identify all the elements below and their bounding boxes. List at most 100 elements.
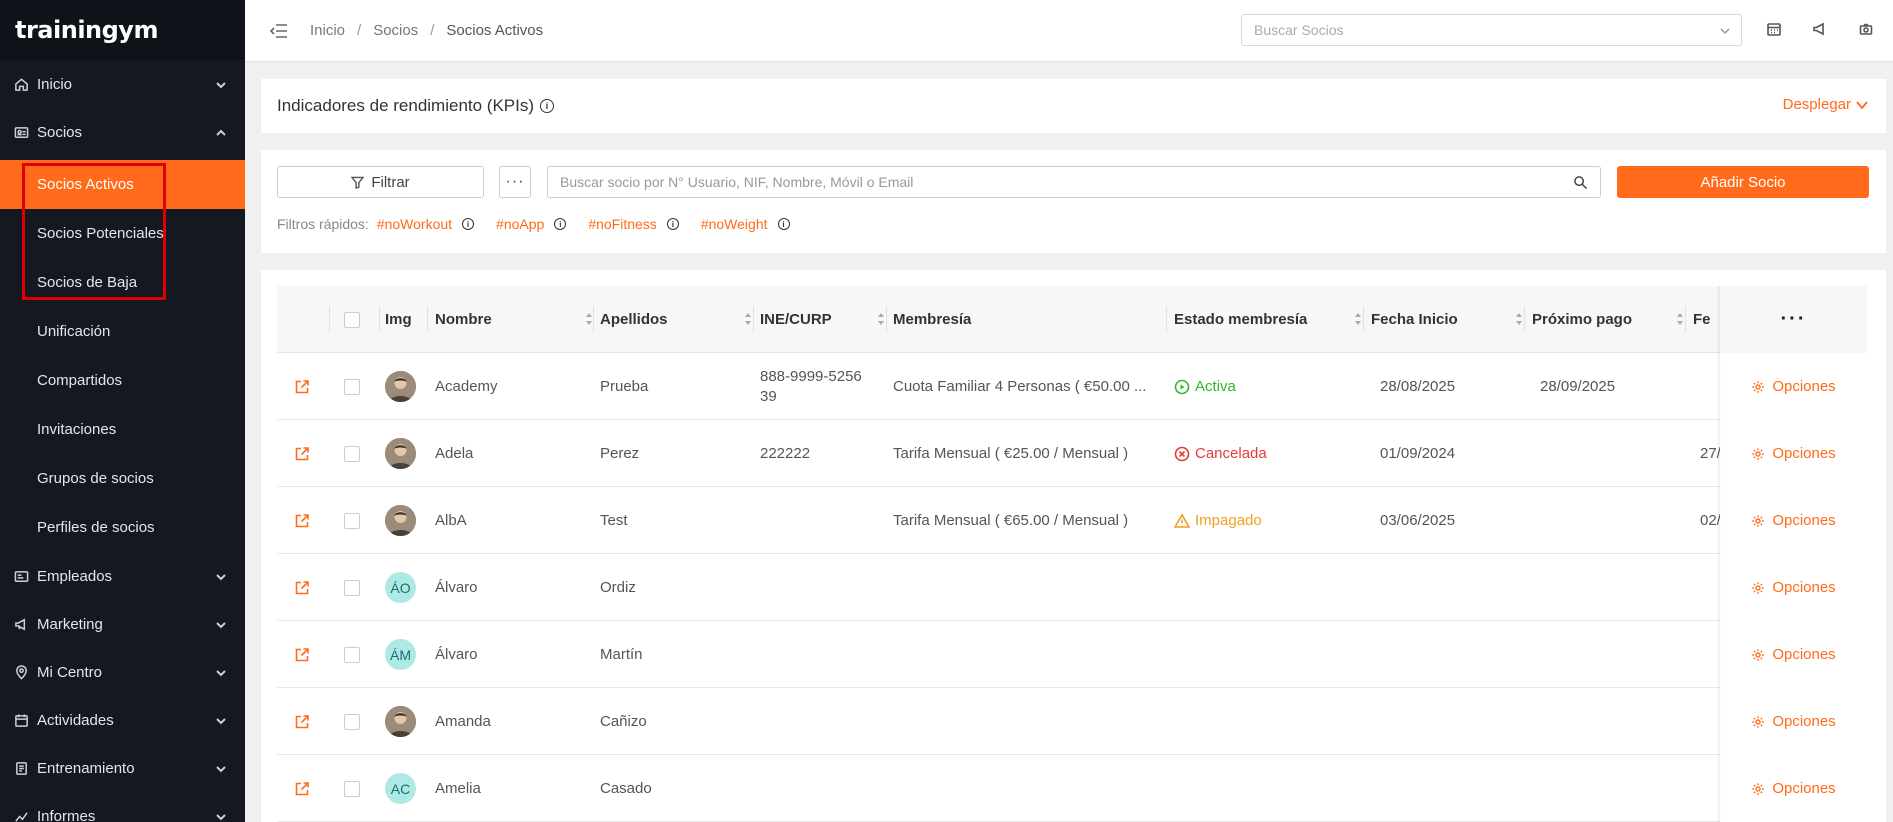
sidebar-subitem-unificacion[interactable]: Unificación	[0, 307, 245, 356]
breadcrumb-socios[interactable]: Socios	[373, 22, 418, 39]
info-icon[interactable]: i	[777, 218, 790, 230]
sidebar-subitem-socios-de-baja[interactable]: Socios de Baja	[0, 258, 245, 307]
chevron-down-icon	[215, 78, 227, 90]
table-row[interactable]: AC Amelia Casado Opciones	[277, 755, 1867, 822]
sidebar-item-socios[interactable]: Socios	[0, 108, 245, 156]
kpi-panel: Indicadores de rendimiento (KPIs) i Desp…	[261, 79, 1886, 133]
app-logo[interactable]: trainingym	[0, 0, 245, 60]
table-row[interactable]: Academy Prueba 888-9999-525639 Cuota Famili…	[277, 353, 1867, 420]
info-icon[interactable]: i	[666, 218, 679, 230]
sidebar-subitem-invitaciones[interactable]: Invitaciones	[0, 405, 245, 454]
sidebar-item-label: Socios	[37, 123, 83, 141]
sidebar-item-inicio[interactable]: Inicio	[0, 60, 245, 108]
megaphone-icon[interactable]	[1811, 20, 1829, 38]
column-header-proximo-pago[interactable]: Próximo pago	[1532, 286, 1692, 353]
search-icon[interactable]	[1573, 175, 1588, 190]
sort-icon[interactable]	[1515, 312, 1523, 326]
sidebar-item-label: Entrenamiento	[37, 759, 135, 777]
open-external-icon[interactable]	[294, 580, 310, 596]
table-row[interactable]: ÁO Álvaro Ordiz Opciones	[277, 554, 1867, 621]
chevron-down-icon	[215, 666, 227, 678]
table-header: Img Nombre Apellidos INE/CURP Membresía …	[277, 286, 1867, 353]
sidebar-item-marketing[interactable]: Marketing	[0, 600, 245, 648]
column-header-ine-curp[interactable]: INE/CURP	[760, 286, 893, 353]
sidebar-item-empleados[interactable]: Empleados	[0, 552, 245, 600]
member-search-placeholder: Buscar Socios	[1254, 22, 1344, 38]
breadcrumb-separator: /	[430, 22, 435, 39]
sort-icon[interactable]	[877, 312, 885, 326]
sort-icon[interactable]	[1676, 312, 1684, 326]
cell-fecha-inicio: 01/09/2024	[1380, 445, 1456, 462]
add-member-button[interactable]: Añadir Socio	[1617, 166, 1869, 198]
sidebar-item-informes[interactable]: Informes	[0, 792, 245, 822]
avatar	[385, 505, 416, 536]
member-search-input[interactable]: Buscar socio por N° Usuario, NIF, Nombre…	[547, 166, 1601, 198]
column-header-nombre[interactable]: Nombre	[435, 286, 601, 353]
sidebar-subitem-compartidos[interactable]: Compartidos	[0, 356, 245, 405]
table-row[interactable]: Adela Perez 222222 Tarifa Mensual ( €25.00 …	[277, 420, 1867, 487]
camera-icon[interactable]	[1857, 20, 1875, 38]
row-options-button[interactable]: Opciones	[1751, 579, 1836, 596]
row-checkbox[interactable]	[344, 579, 360, 596]
sidebar-item-mi-centro[interactable]: Mi Centro	[0, 648, 245, 696]
open-external-icon[interactable]	[294, 379, 310, 395]
member-search-select[interactable]: Buscar Socios	[1241, 14, 1742, 46]
row-checkbox[interactable]	[344, 512, 360, 529]
sidebar-subitem-socios-potenciales[interactable]: Socios Potenciales	[0, 209, 245, 258]
table-row[interactable]: ÁM Álvaro Martín Opciones	[277, 621, 1867, 688]
select-all-cell	[344, 286, 360, 353]
sidebar-item-actividades[interactable]: Actividades	[0, 696, 245, 744]
row-options-button[interactable]: Opciones	[1751, 378, 1836, 395]
open-external-icon[interactable]	[294, 513, 310, 529]
sidebar-subitem-perfiles-de-socios[interactable]: Perfiles de socios	[0, 503, 245, 552]
sort-icon[interactable]	[744, 312, 752, 326]
open-external-icon[interactable]	[294, 714, 310, 730]
quick-filter-noworkout[interactable]: #noWorkout	[377, 216, 452, 232]
kpi-expand-toggle[interactable]: Desplegar	[1783, 96, 1868, 113]
quick-filter-noweight[interactable]: #noWeight	[701, 216, 768, 232]
sort-icon[interactable]	[585, 312, 593, 326]
sidebar-subitem-socios-activos[interactable]: Socios Activos	[0, 160, 245, 209]
gear-icon	[1752, 782, 1764, 795]
open-external-icon[interactable]	[294, 446, 310, 462]
filter-button[interactable]: Filtrar	[277, 166, 484, 198]
collapse-menu-icon[interactable]	[270, 22, 288, 40]
info-icon[interactable]: i	[540, 99, 555, 113]
more-options-button[interactable]: ···	[499, 166, 531, 198]
column-header-apellidos[interactable]: Apellidos	[600, 286, 760, 353]
table-row[interactable]: AlbA Test Tarifa Mensual ( €65.00 / Mensua…	[277, 487, 1867, 554]
row-options-button[interactable]: Opciones	[1751, 780, 1836, 797]
sidebar-subitem-grupos-de-socios[interactable]: Grupos de socios	[0, 454, 245, 503]
row-checkbox[interactable]	[344, 378, 360, 395]
quick-filter-noapp[interactable]: #noApp	[496, 216, 544, 232]
row-checkbox[interactable]	[344, 646, 360, 663]
more-columns-icon[interactable]: ···	[1781, 308, 1807, 331]
column-header-fecha-inicio[interactable]: Fecha Inicio	[1371, 286, 1531, 353]
info-icon[interactable]: i	[462, 218, 475, 230]
calendar-icon[interactable]	[1765, 20, 1783, 38]
row-options-button[interactable]: Opciones	[1751, 713, 1836, 730]
row-checkbox[interactable]	[344, 780, 360, 797]
breadcrumb-inicio[interactable]: Inicio	[310, 22, 345, 39]
id-card-icon	[13, 568, 29, 584]
avatar	[385, 371, 416, 402]
sidebar-item-entrenamiento[interactable]: Entrenamiento	[0, 744, 245, 792]
info-icon[interactable]: i	[554, 218, 567, 230]
row-options-button[interactable]: Opciones	[1751, 445, 1836, 462]
location-pin-icon	[13, 664, 29, 680]
column-header-label: Estado membresía	[1174, 311, 1308, 328]
row-checkbox[interactable]	[344, 713, 360, 730]
select-all-checkbox[interactable]	[344, 311, 360, 328]
kpi-expand-label: Desplegar	[1782, 96, 1851, 113]
column-header-estado-membresia[interactable]: Estado membresía	[1174, 286, 1370, 353]
open-external-icon[interactable]	[294, 781, 310, 797]
quick-filter-nofitness[interactable]: #noFitness	[588, 216, 656, 232]
open-external-icon[interactable]	[294, 647, 310, 663]
row-options-button[interactable]: Opciones	[1751, 512, 1836, 529]
table-row[interactable]: Amanda Cañizo Opciones	[277, 688, 1867, 755]
row-options-button[interactable]: Opciones	[1751, 646, 1836, 663]
sort-icon[interactable]	[1354, 312, 1362, 326]
row-checkbox[interactable]	[344, 445, 360, 462]
gear-icon	[1752, 581, 1764, 594]
row-options-label: Opciones	[1772, 579, 1836, 596]
